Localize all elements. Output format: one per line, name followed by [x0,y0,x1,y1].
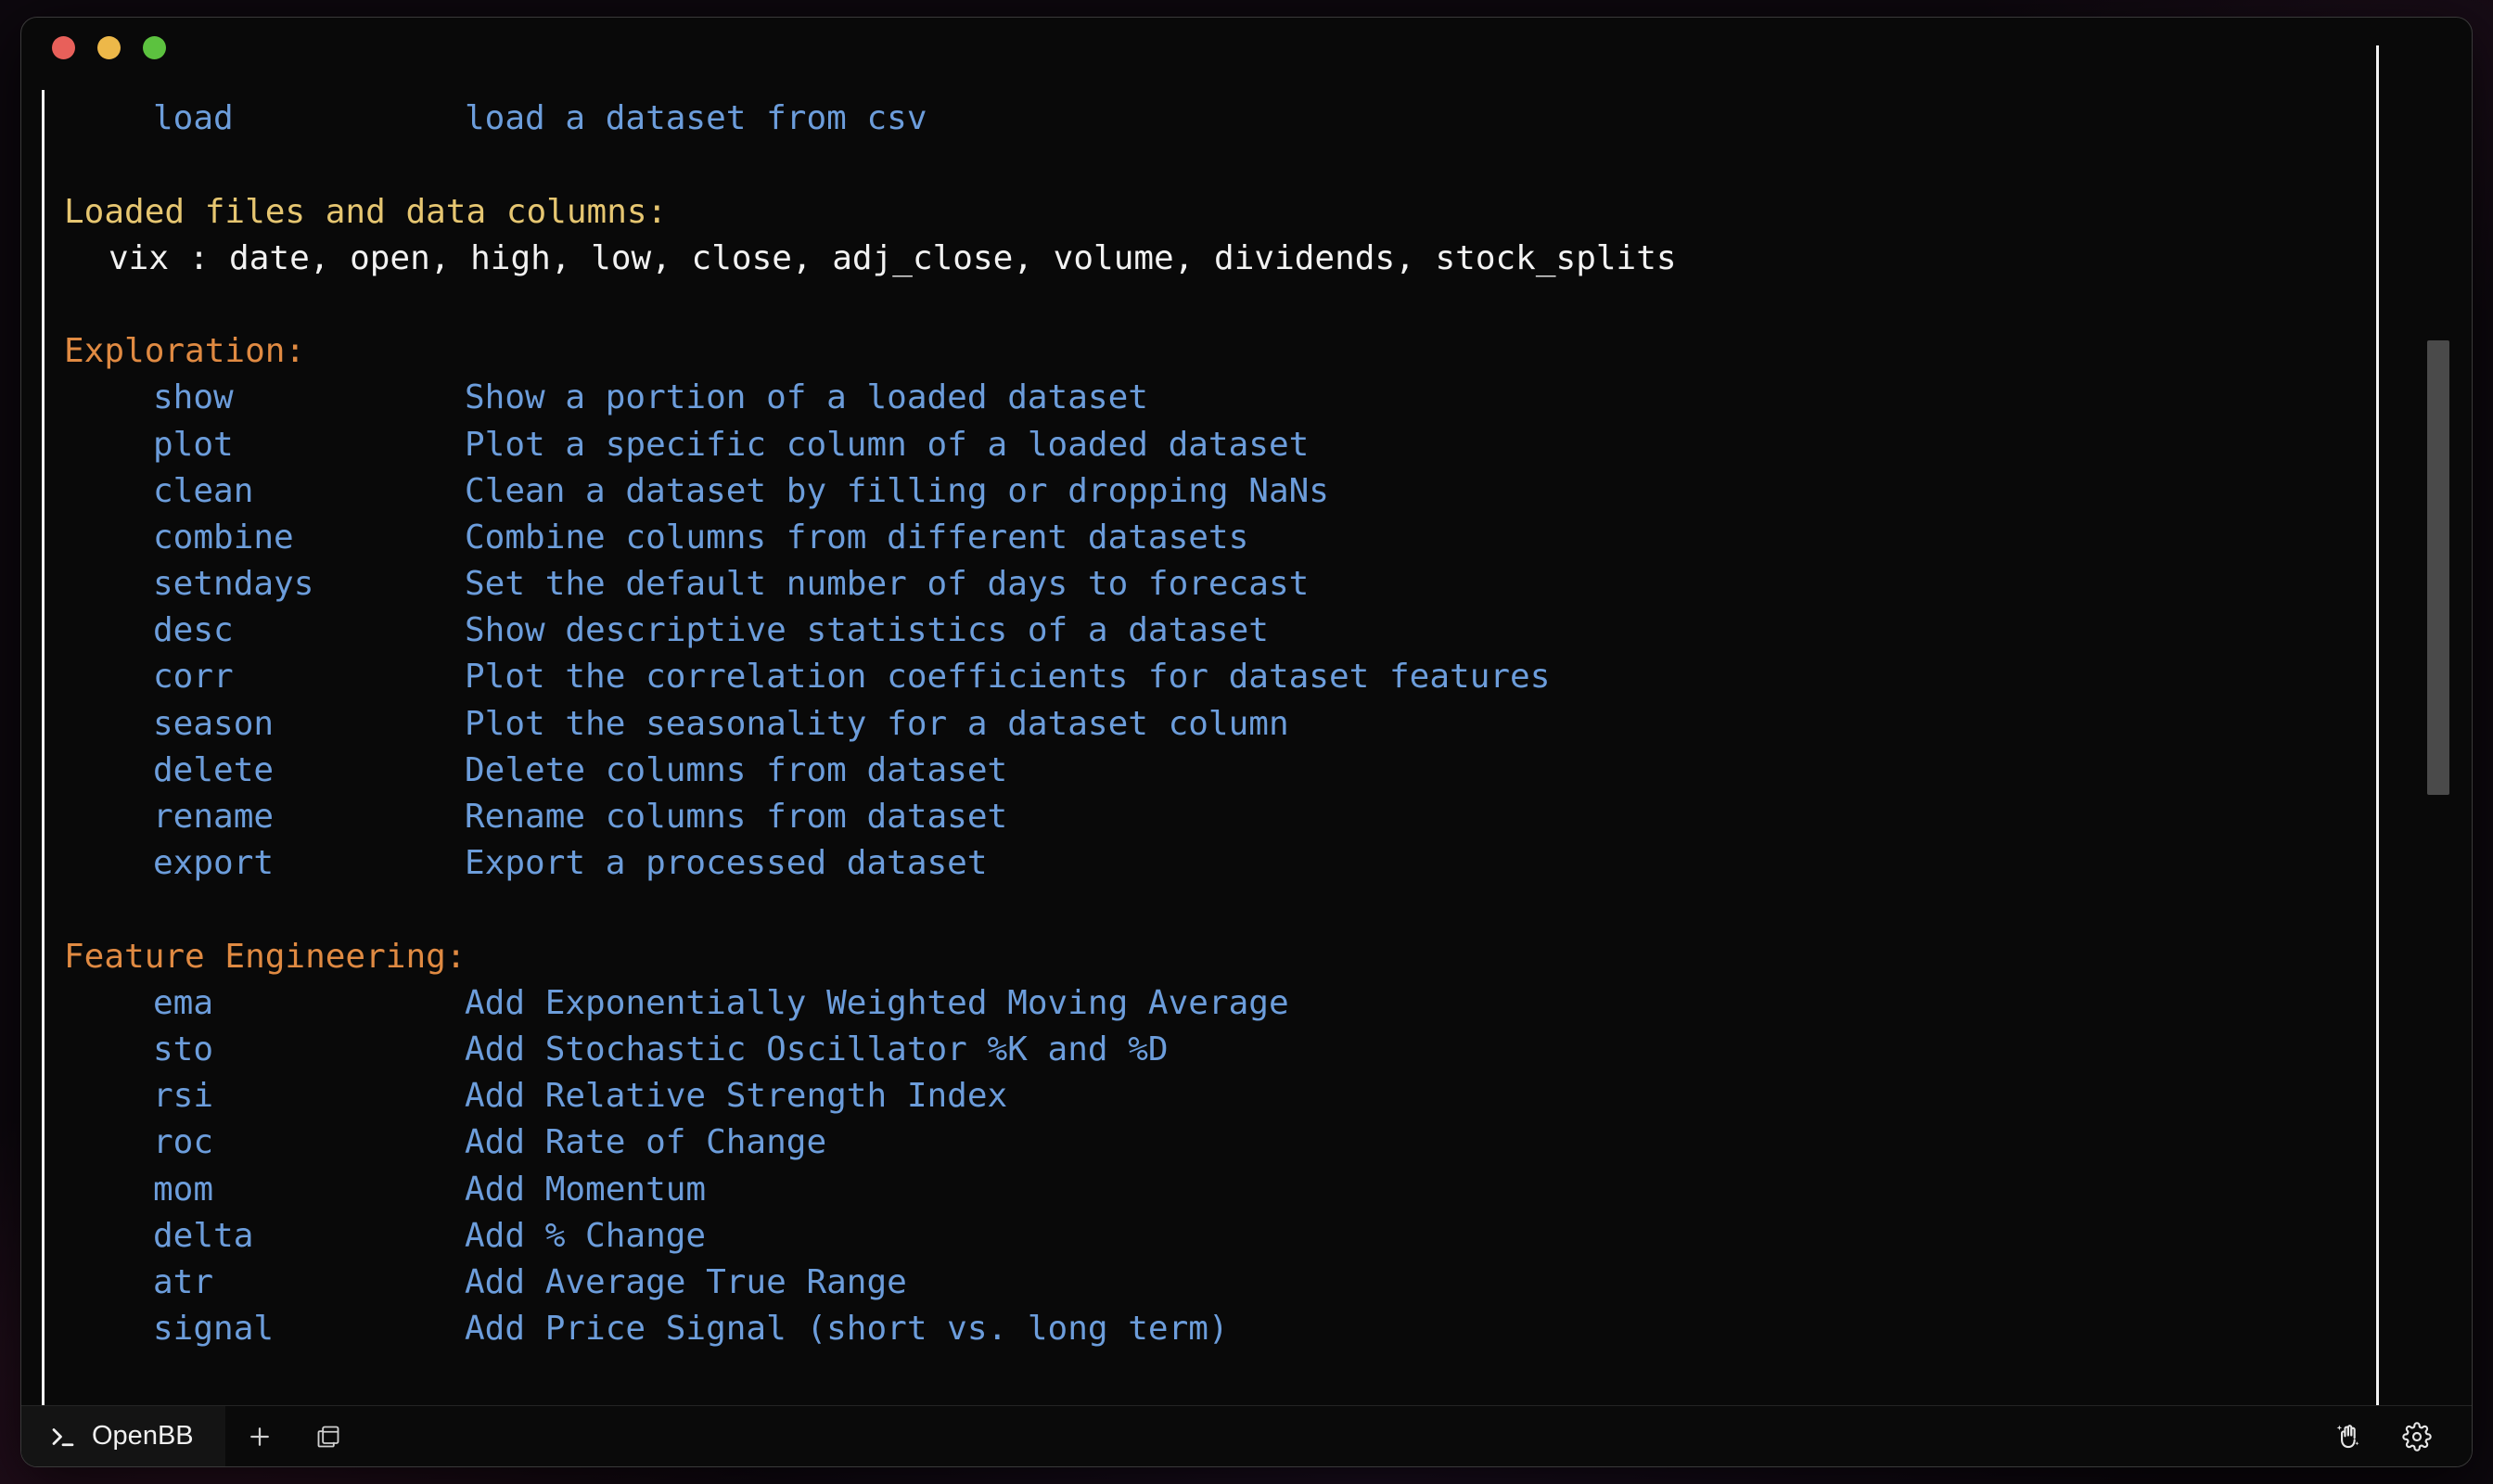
command-row: rename Rename columns from dataset [64,794,2472,840]
loaded-files-header: Loaded files and data columns: [64,189,2472,236]
command-name: desc [153,611,234,650]
command-row: rsi Add Relative Strength Index [64,1073,2472,1119]
terminal-output[interactable]: load load a dataset from csv Loaded files… [21,49,2472,1375]
section-title-feature-engineering: Feature Engineering: [64,934,2472,980]
command-name: roc [153,1123,214,1162]
command-row-load: load load a dataset from csv [64,96,2472,142]
command-row: export Export a processed dataset [64,840,2472,887]
tab-openbb[interactable]: OpenBB [21,1405,225,1466]
command-row: combine Combine columns from different da… [64,515,2472,561]
command-row: plot Plot a specific column of a loaded d… [64,422,2472,468]
command-name: show [153,378,234,417]
command-description: Show a portion of a loaded dataset [465,378,1148,417]
command-row: signal Add Price Signal (short vs. long t… [64,1306,2472,1352]
command-description: Add Stochastic Oscillator %K and %D [465,1030,1169,1068]
command-name: mom [153,1170,214,1209]
command-name: combine [153,518,294,556]
command-name: rsi [153,1077,214,1116]
tab-label: OpenBB [92,1421,194,1451]
command-description: Add Rate of Change [465,1123,827,1162]
command-row: setndays Set the default number of days t… [64,561,2472,608]
command-name: signal [153,1310,275,1349]
command-description: Add Exponentially Weighted Moving Averag… [465,983,1289,1022]
command-name: corr [153,658,234,697]
magic-hand-icon[interactable] [2314,1406,2383,1467]
command-description: Add Average True Range [465,1262,907,1301]
command-name: export [153,844,275,883]
command-description: Show descriptive statistics of a dataset [465,611,1269,650]
status-bar: OpenBB [21,1405,2472,1467]
command-description: Delete columns from dataset [465,750,1008,789]
command-description: Clean a dataset by filling or dropping N… [465,471,1329,510]
terminal-window: load load a dataset from csv Loaded files… [20,17,2473,1467]
command-name: season [153,704,275,743]
command-row: sto Add Stochastic Oscillator %K and %D [64,1027,2472,1073]
command-row: roc Add Rate of Change [64,1119,2472,1166]
command-row: clean Clean a dataset by filling or dropp… [64,468,2472,515]
command-name: atr [153,1262,214,1301]
section-title-text: Feature Engineering: [64,937,467,976]
command-name: delete [153,750,275,789]
loaded-files-entry-text: vix : date, open, high, low, close, adj_… [109,238,1677,277]
command-name: delta [153,1216,254,1255]
maximize-button[interactable] [143,36,166,59]
command-name: rename [153,798,275,836]
gear-icon[interactable] [2383,1406,2451,1467]
command-description: Plot the seasonality for a dataset colum… [465,704,1289,743]
command-description: Export a processed dataset [465,844,988,883]
section-title-text: Exploration: [64,332,306,371]
scrollbar-thumb[interactable] [2427,340,2449,795]
command-row: corr Plot the correlation coefficients fo… [64,654,2472,700]
section-title-exploration: Exploration: [64,328,2472,375]
command-row: mom Add Momentum [64,1167,2472,1213]
active-pane-border-right [2376,45,2379,1405]
command-row: atr Add Average True Range [64,1260,2472,1306]
window-controls [52,36,166,59]
command-row: delete Delete columns from dataset [64,748,2472,794]
command-row: season Plot the seasonality for a dataset… [64,701,2472,748]
command-description: Rename columns from dataset [465,798,1008,836]
command-row: show Show a portion of a loaded dataset [64,375,2472,421]
command-name: ema [153,983,214,1022]
command-description: Combine columns from different datasets [465,518,1249,556]
command-name: clean [153,471,254,510]
command-description: Add Momentum [465,1170,707,1209]
split-pane-icon[interactable] [294,1406,363,1467]
active-pane-border-left [42,90,45,1405]
command-description: load a dataset from csv [465,99,927,138]
command-description: Add Price Signal (short vs. long term) [465,1310,1229,1349]
loaded-files-entry: vix : date, open, high, low, close, adj_… [64,236,2472,282]
command-name: setndays [153,565,314,604]
command-row: desc Show descriptive statistics of a dat… [64,608,2472,654]
command-description: Add Relative Strength Index [465,1077,1008,1116]
command-description: Plot the correlation coefficients for da… [465,658,1551,697]
prompt-icon [49,1423,77,1451]
loaded-files-header-text: Loaded files and data columns: [64,192,668,231]
command-name: plot [153,425,234,464]
new-tab-button[interactable] [225,1406,294,1467]
command-description: Set the default number of days to foreca… [465,565,1310,604]
command-description: Plot a specific column of a loaded datas… [465,425,1310,464]
command-name: load [153,99,234,138]
command-row: delta Add % Change [64,1213,2472,1260]
command-row: ema Add Exponentially Weighted Moving Ave… [64,980,2472,1027]
command-description: Add % Change [465,1216,707,1255]
minimize-button[interactable] [97,36,121,59]
command-name: sto [153,1030,214,1068]
close-button[interactable] [52,36,75,59]
